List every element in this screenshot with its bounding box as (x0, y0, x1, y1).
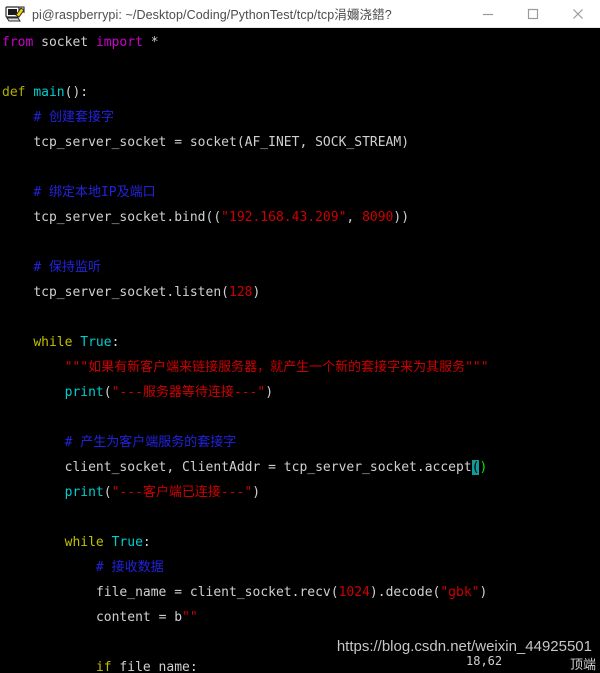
close-icon (572, 8, 583, 19)
cursor-position-indicator: 18,62 (466, 654, 503, 668)
code-line: print("---服务器等待连接---") (64, 385, 274, 400)
putty-icon (4, 3, 26, 25)
code-line: # 产生为客户端服务的套接字 (64, 435, 237, 450)
window-title: pi@raspberrypi: ~/Desktop/Coding/PythonT… (32, 8, 392, 22)
putty-terminal-window: pi@raspberrypi: ~/Desktop/Coding/PythonT… (0, 0, 600, 673)
vim-status-bar: 18,62 顶端 (0, 653, 600, 673)
code-line: from socket import * (2, 35, 159, 50)
terminal-screen[interactable]: from socket import * def main(): # 创建套接字… (0, 28, 600, 673)
code-line: # 创建套接字 (33, 110, 114, 125)
code-line: client_socket, ClientAddr = tcp_server_s… (64, 460, 488, 475)
code-line: file_name = client_socket.recv(1024).dec… (95, 585, 488, 600)
code-line: tcp_server_socket = socket(AF_INET, SOCK… (33, 135, 410, 150)
window-titlebar: pi@raspberrypi: ~/Desktop/Coding/PythonT… (0, 0, 600, 28)
code-line: def main(): (2, 85, 89, 100)
code-line: print("---客户端已连接---") (64, 485, 261, 500)
scroll-position-indicator: 顶端 (569, 657, 596, 672)
code-line: # 绑定本地IP及端口 (33, 185, 156, 200)
code-line: tcp_server_socket.bind(("192.168.43.209"… (33, 210, 410, 225)
cursor-next-char: ) (479, 460, 488, 475)
code-line: while True: (33, 335, 120, 350)
code-line: """如果有新客户端来链接服务器，就产生一个新的套接字来为其服务""" (64, 360, 489, 375)
maximize-icon (527, 8, 538, 19)
minimize-icon (482, 13, 493, 15)
maximize-button[interactable] (510, 0, 555, 27)
code-line: while True: (64, 535, 151, 550)
code-line: # 保持监听 (33, 260, 101, 275)
code-line: tcp_server_socket.listen(128) (33, 285, 261, 300)
close-button[interactable] (555, 0, 600, 27)
minimize-button[interactable] (465, 0, 510, 27)
code-line: # 接收数据 (95, 560, 164, 575)
code-listing: from socket import * def main(): # 创建套接字… (0, 30, 600, 673)
code-line: content = b"" (95, 610, 198, 625)
